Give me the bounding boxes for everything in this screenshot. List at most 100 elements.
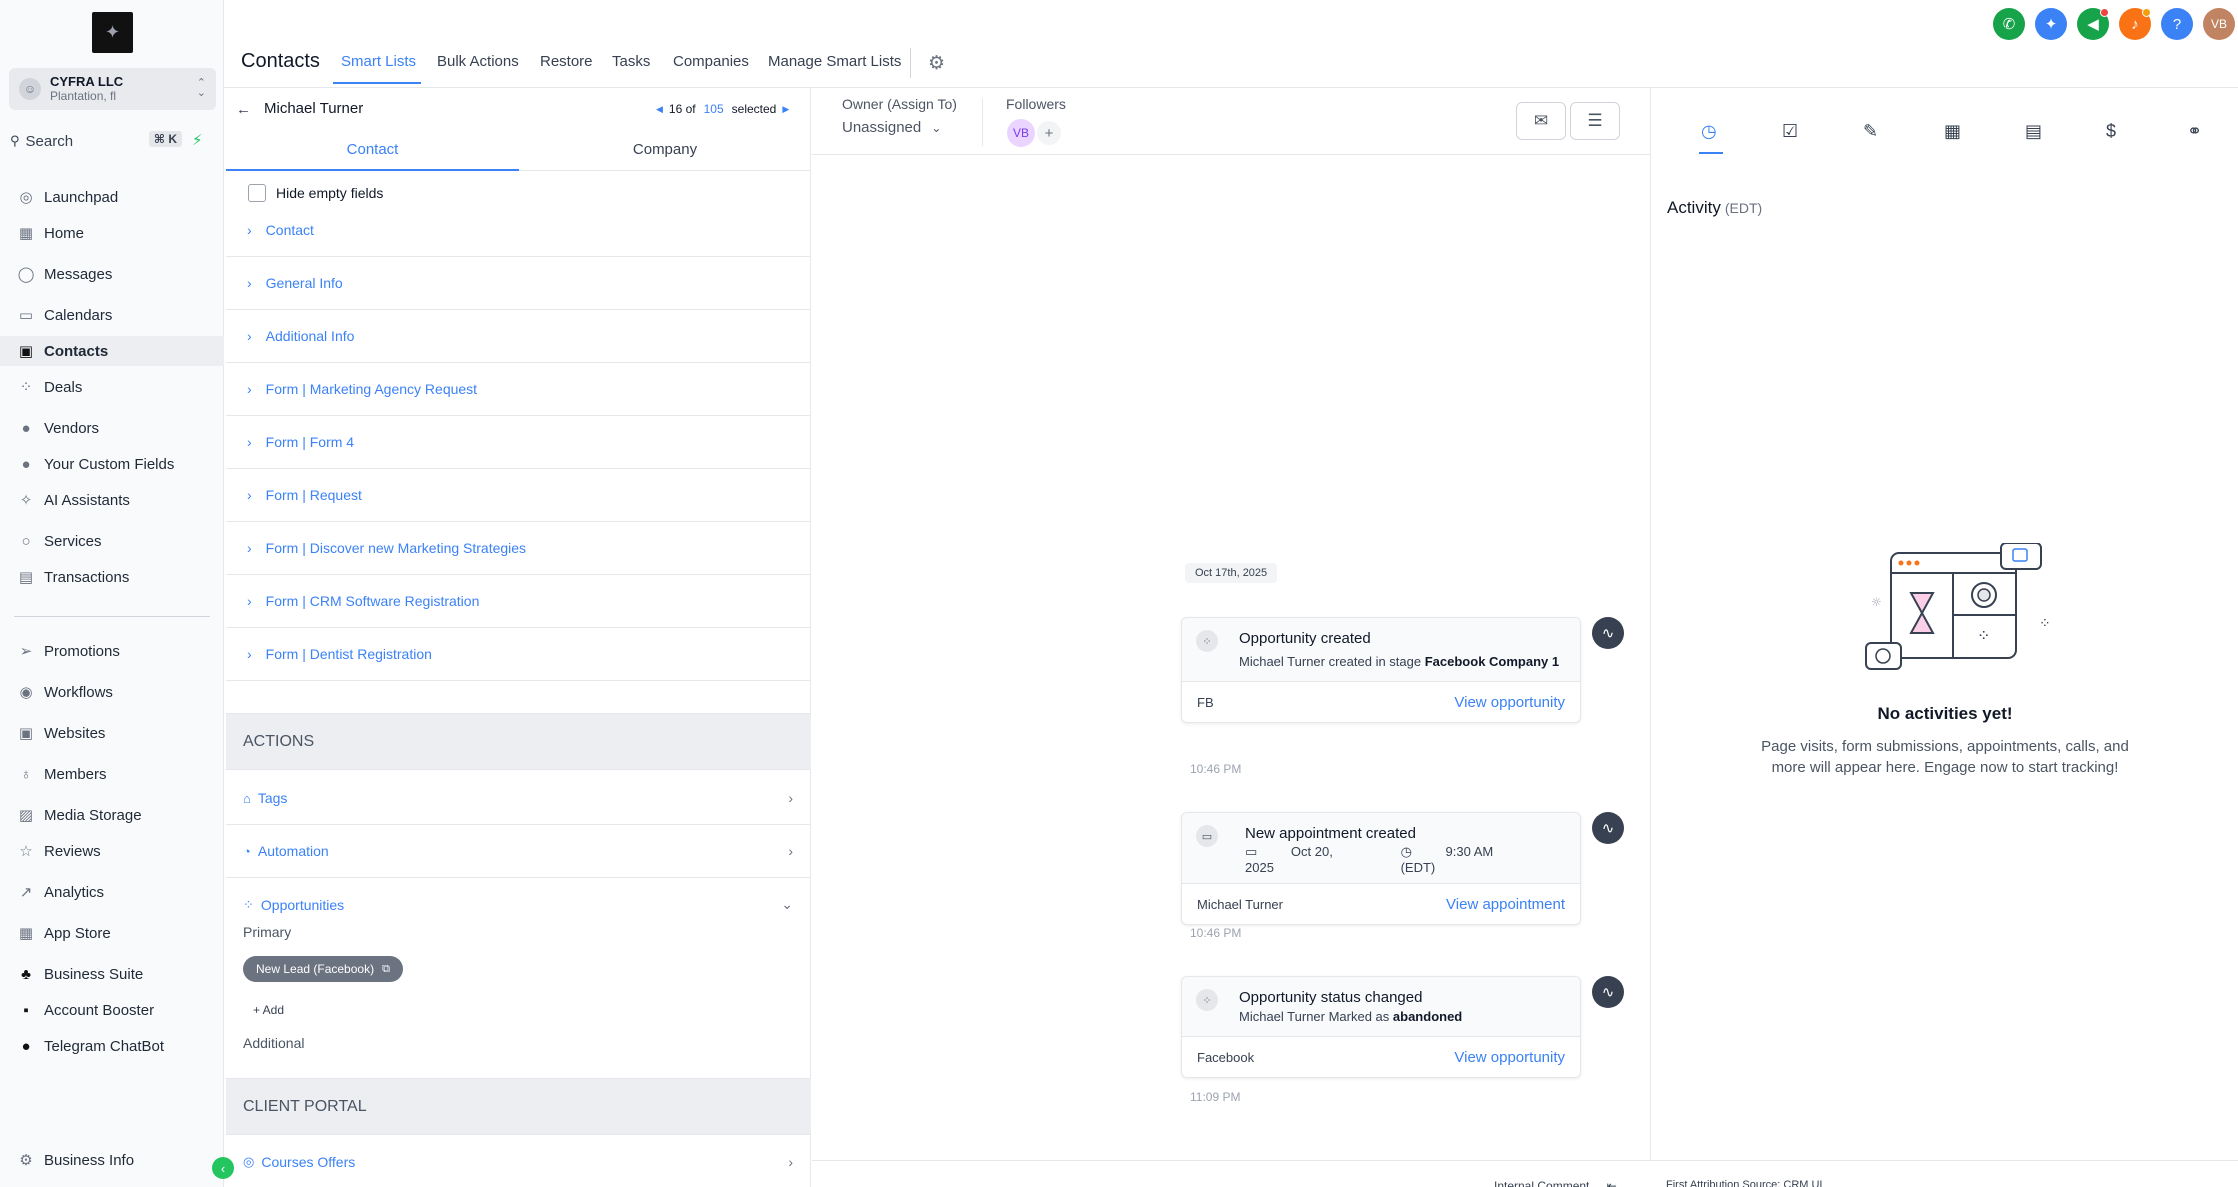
media-icon: ▨ xyxy=(18,807,34,824)
sidebar-item-vendors[interactable]: ● Vendors xyxy=(0,413,224,443)
bell-icon[interactable]: ♪ xyxy=(2119,8,2151,40)
notification-dot xyxy=(2142,8,2151,17)
company-logo[interactable]: ✦ xyxy=(92,12,133,53)
filter-icon[interactable]: ☰ xyxy=(1570,102,1620,140)
add-opportunity-button[interactable]: + Add xyxy=(253,1003,284,1017)
documents-icon[interactable]: ▤ xyxy=(2025,121,2042,142)
payments-dollar-icon[interactable]: $ xyxy=(2106,121,2116,142)
tasks-check-icon[interactable]: ☑ xyxy=(1782,121,1798,142)
section-contact[interactable]: › Contact xyxy=(226,203,811,257)
sidebar-item-promotions[interactable]: ➢ Promotions xyxy=(0,636,224,666)
tab-company[interactable]: Company xyxy=(519,141,811,158)
active-subtab-indicator xyxy=(226,169,519,171)
appointments-calendar-icon[interactable]: ▦ xyxy=(1944,121,1961,142)
chevron-right-icon: › xyxy=(247,328,252,344)
email-icon[interactable]: ✉ xyxy=(1516,102,1566,140)
internal-comment-toggle[interactable]: Internal Comment ⇤ xyxy=(1494,1179,1617,1187)
section-form-crm-registration[interactable]: › Form | CRM Software Registration xyxy=(226,575,811,628)
chevron-updown-icon: ⌃ ⌄ xyxy=(196,77,206,99)
quick-action-icon[interactable]: ⚡ xyxy=(192,131,203,149)
follower-avatar[interactable]: VB xyxy=(1007,119,1035,147)
sidebar-item-account-booster[interactable]: ▪ Account Booster xyxy=(0,995,224,1025)
view-opportunity-link[interactable]: View opportunity xyxy=(1454,694,1565,711)
sidebar-item-members[interactable]: ♁ Members xyxy=(0,759,224,789)
action-tags[interactable]: ⌂ Tags › xyxy=(226,772,811,825)
back-arrow-icon[interactable]: ← xyxy=(236,101,251,118)
sidebar-item-media-storage[interactable]: ▨ Media Storage xyxy=(0,800,224,830)
sidebar-item-calendars[interactable]: ▭ Calendars xyxy=(0,300,224,330)
sidebar-item-contacts[interactable]: ▣ Contacts xyxy=(0,336,224,366)
tab-tasks[interactable]: Tasks xyxy=(612,53,650,70)
sidebar-item-telegram-chatbot[interactable]: ● Telegram ChatBot xyxy=(0,1031,224,1061)
hide-empty-fields-toggle[interactable]: Hide empty fields xyxy=(248,184,383,202)
section-form-request[interactable]: › Form | Request xyxy=(226,469,811,522)
tab-smart-lists[interactable]: Smart Lists xyxy=(341,53,416,70)
appointment-date: ▭ Oct 20, 2025 xyxy=(1245,844,1333,875)
opportunity-pill[interactable]: New Lead (Facebook) ⧉ xyxy=(243,956,403,982)
activity-card-body: ▭ New appointment created ▭ Oct 20, 2025… xyxy=(1182,813,1580,884)
prev-record-icon[interactable]: ◀ xyxy=(656,104,663,115)
sidebar-item-business-info[interactable]: ⚙ Business Info xyxy=(0,1145,224,1175)
activity-pulse-icon: ∿ xyxy=(1592,617,1624,649)
websites-icon: ▣ xyxy=(18,725,34,742)
sidebar-item-home[interactable]: ▦ Home xyxy=(0,218,224,248)
magic-wand-icon[interactable]: ✦ xyxy=(2035,8,2067,40)
sidebar-item-custom-fields[interactable]: ● Your Custom Fields xyxy=(0,449,224,479)
sidebar-item-business-suite[interactable]: ♣ Business Suite xyxy=(0,959,224,989)
tab-companies[interactable]: Companies xyxy=(673,53,749,70)
opportunities-icon: ⁘ xyxy=(243,896,254,912)
tag-icon: ⌂ xyxy=(243,790,251,806)
workflow-branch-icon[interactable]: ⚭ xyxy=(2187,121,2202,142)
help-icon[interactable]: ? xyxy=(2161,8,2193,40)
action-opportunities[interactable]: ⁘ Opportunities ⌄ xyxy=(226,878,811,931)
account-avatar-icon: ☺ xyxy=(19,78,41,100)
add-follower-button[interactable]: + xyxy=(1037,121,1061,145)
section-form-discover-strategies[interactable]: › Form | Discover new Marketing Strategie… xyxy=(226,522,811,575)
sidebar-item-workflows[interactable]: ◉ Workflows xyxy=(0,677,224,707)
phone-icon[interactable]: ✆ xyxy=(1993,8,2025,40)
contact-detail-panel: ← Michael Turner ◀ 16 of 105 selected ▶ … xyxy=(226,88,811,1187)
followers-label: Followers xyxy=(1006,96,1066,112)
user-avatar[interactable]: VB xyxy=(2203,8,2235,40)
activity-clock-icon[interactable]: ◷ xyxy=(1701,121,1717,142)
account-switcher[interactable]: ☺ CYFRA LLC Plantation, fl ⌃ ⌄ xyxy=(9,68,216,110)
section-form-4[interactable]: › Form | Form 4 xyxy=(226,416,811,469)
section-form-marketing-agency-request[interactable]: › Form | Marketing Agency Request xyxy=(226,363,811,416)
tab-contact[interactable]: Contact xyxy=(226,141,519,158)
sidebar-item-messages[interactable]: ◯ Messages xyxy=(0,259,224,289)
hide-empty-label: Hide empty fields xyxy=(276,185,384,201)
sidebar-item-websites[interactable]: ▣ Websites xyxy=(0,718,224,748)
sidebar-item-ai-assistants[interactable]: ✧ AI Assistants xyxy=(0,485,224,515)
card-title: Opportunity status changed xyxy=(1239,989,1423,1006)
sidebar-item-transactions[interactable]: ▤ Transactions xyxy=(0,562,224,592)
sidebar-item-app-store[interactable]: ▦ App Store xyxy=(0,918,224,948)
sidebar-item-launchpad[interactable]: ◎ Launchpad xyxy=(0,182,224,212)
activity-card-footer: Michael Turner View appointment xyxy=(1182,884,1580,924)
notes-pencil-icon[interactable]: ✎ xyxy=(1863,121,1878,142)
view-appointment-link[interactable]: View appointment xyxy=(1446,896,1565,913)
opportunities-primary-label: Primary xyxy=(243,924,292,940)
grid-icon: ▦ xyxy=(18,225,34,242)
search-input[interactable]: ⚲ Search ⌘ K xyxy=(10,129,182,153)
action-automation[interactable]: ◔ Automation › xyxy=(226,825,811,878)
pager-total[interactable]: 105 xyxy=(704,102,724,116)
action-courses-offers[interactable]: ◎ Courses Offers › xyxy=(226,1136,811,1187)
view-opportunity-link[interactable]: View opportunity xyxy=(1454,1049,1565,1066)
tab-restore[interactable]: Restore xyxy=(540,53,593,70)
sidebar-item-deals[interactable]: ⁘ Deals xyxy=(0,372,224,402)
app-store-icon: ▦ xyxy=(18,925,34,942)
tab-manage-smart-lists[interactable]: Manage Smart Lists xyxy=(768,53,901,70)
next-record-icon[interactable]: ▶ xyxy=(782,104,789,115)
sidebar-item-reviews[interactable]: ☆ Reviews xyxy=(0,836,224,866)
sidebar-item-services[interactable]: ○ Services xyxy=(0,526,224,556)
settings-gear-icon[interactable]: ⚙ xyxy=(928,52,945,75)
empty-state-title: No activities yet! xyxy=(1877,704,2013,723)
section-general-info[interactable]: › General Info xyxy=(226,257,811,310)
sidebar-item-analytics[interactable]: ↗ Analytics xyxy=(0,877,224,907)
megaphone-icon[interactable]: ◀ xyxy=(2077,8,2109,40)
section-form-dentist-registration[interactable]: › Form | Dentist Registration xyxy=(226,628,811,681)
owner-select[interactable]: Unassigned ⌄ xyxy=(842,119,941,136)
tab-bulk-actions[interactable]: Bulk Actions xyxy=(437,53,519,70)
hide-empty-checkbox[interactable] xyxy=(248,184,266,202)
section-additional-info[interactable]: › Additional Info xyxy=(226,310,811,363)
